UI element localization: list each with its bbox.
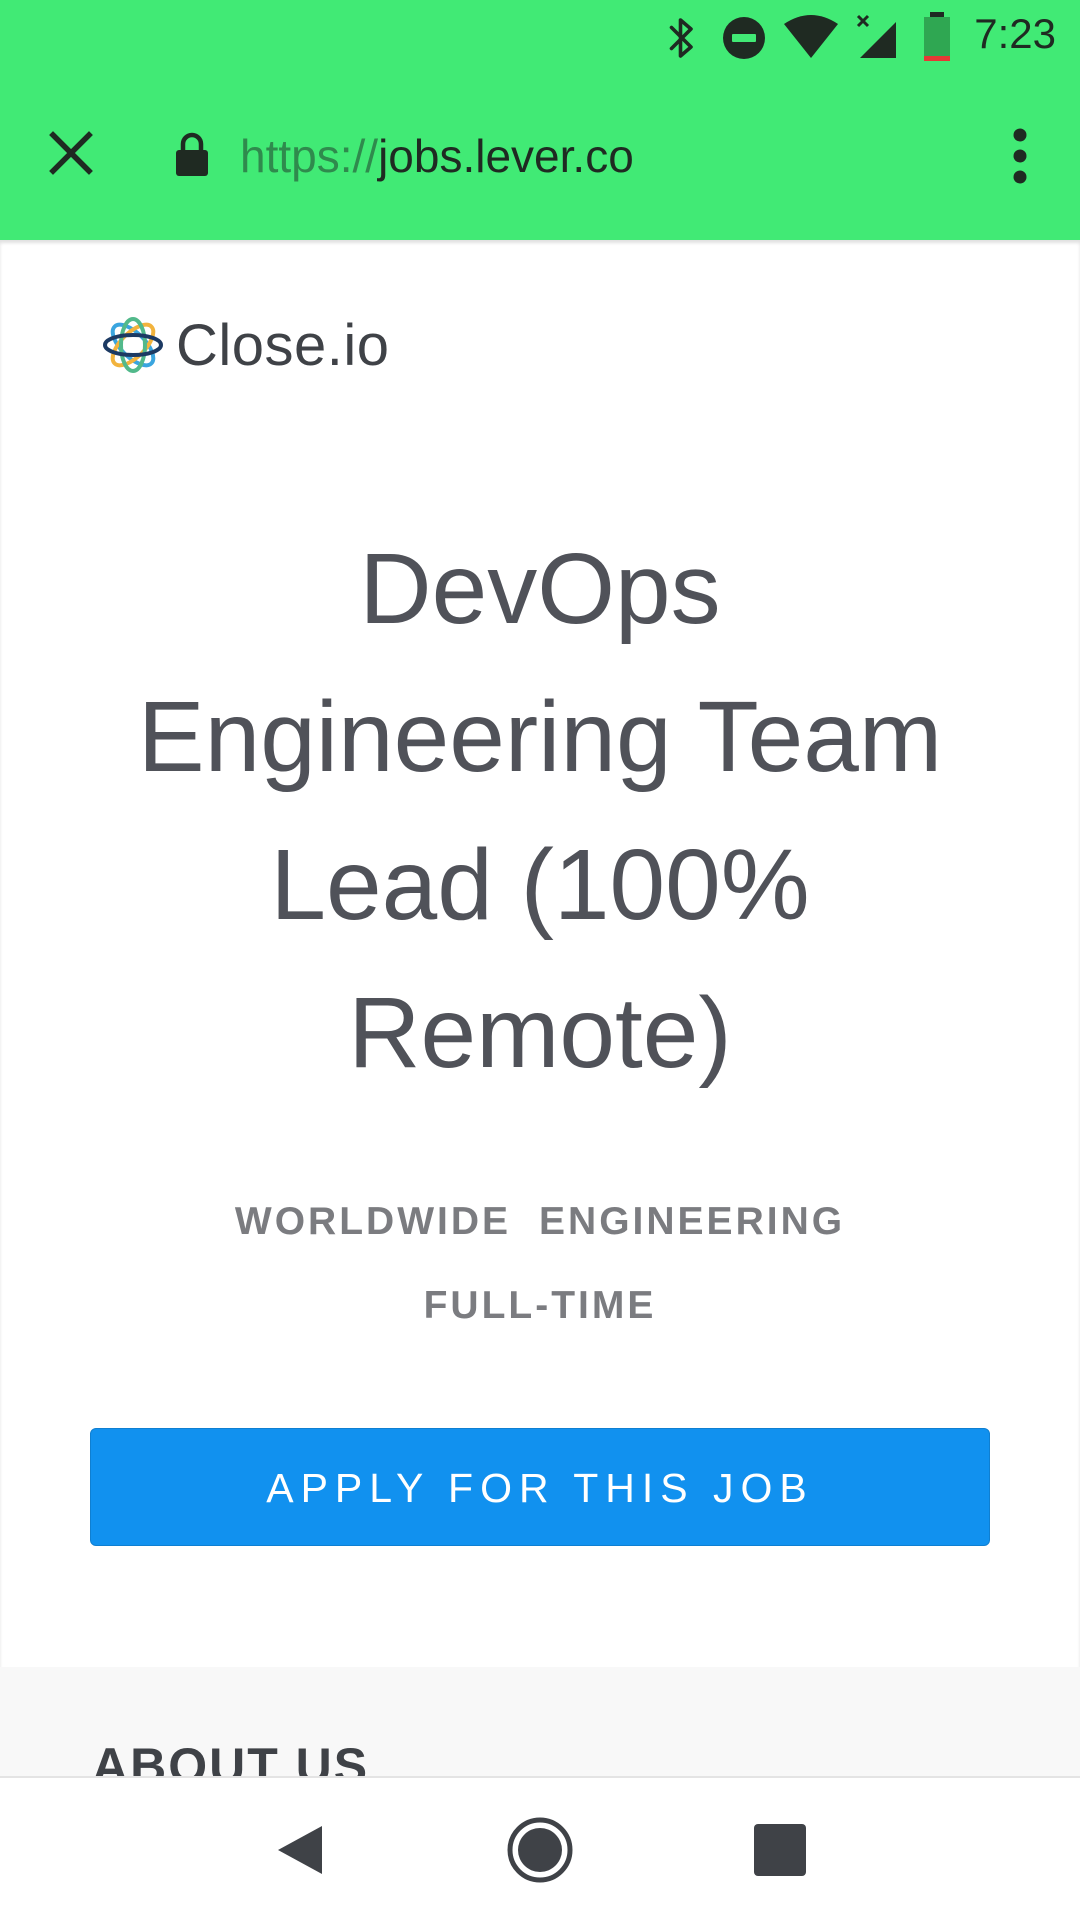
category-location: WORLDWIDE (234, 1200, 512, 1243)
close-io-logo-icon (103, 317, 163, 373)
wifi-icon (784, 15, 838, 58)
job-categories: WORLDWIDE ENGINEERING FULL-TIME (140, 1180, 940, 1348)
lock-icon (176, 132, 208, 176)
battery-icon (924, 12, 950, 61)
overflow-menu-icon[interactable] (990, 120, 1050, 192)
android-nav-bar (0, 1776, 1080, 1920)
company-logo[interactable]: Close.io (102, 312, 390, 378)
url-field[interactable]: https://jobs.lever.co (240, 120, 634, 192)
about-heading: ABOUT US (92, 1738, 370, 1776)
category-commitment: FULL-TIME (423, 1284, 657, 1327)
close-icon[interactable] (38, 120, 104, 186)
cell-signal-icon (856, 14, 896, 58)
status-bar: 7:23 (0, 0, 1080, 75)
job-title: DevOps Engineering Team Lead (100% Remot… (137, 533, 943, 1089)
url-scheme: https:// (240, 130, 379, 182)
browser-header: 7:23 https://jobs.lever.co (0, 0, 1080, 240)
web-page: Close.io DevOps Engineering Team Lead (1… (0, 240, 1080, 1776)
home-icon[interactable] (504, 1814, 576, 1886)
apply-button[interactable]: APPLY FOR THIS JOB (90, 1428, 990, 1546)
company-name: Close.io (176, 312, 390, 378)
recents-icon[interactable] (744, 1814, 816, 1886)
status-time: 7:23 (974, 10, 1056, 57)
about-section: ABOUT US (0, 1667, 1080, 1776)
browser-toolbar: https://jobs.lever.co (0, 90, 1080, 225)
url-host: jobs.lever.co (378, 130, 634, 182)
category-team: ENGINEERING (539, 1200, 846, 1243)
do-not-disturb-icon (723, 17, 765, 59)
bluetooth-icon (669, 18, 693, 58)
back-icon[interactable] (264, 1814, 336, 1886)
